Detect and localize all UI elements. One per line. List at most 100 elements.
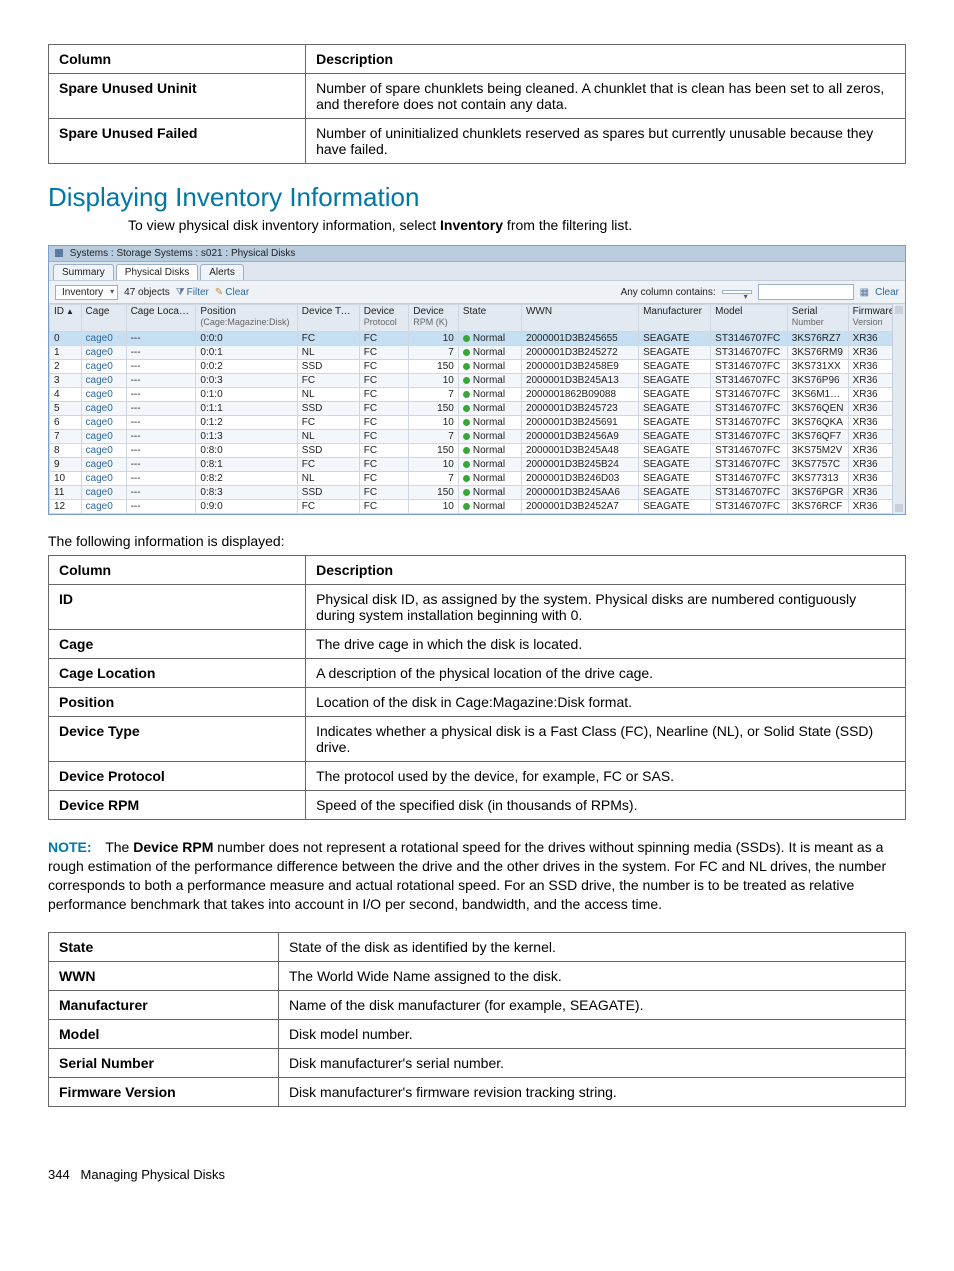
cell-serial: 3KS77313 [787, 472, 848, 486]
cell-model: ST3146707FC [711, 486, 788, 500]
cell-type: NL [297, 346, 359, 360]
grid-header[interactable]: Cage [81, 305, 126, 332]
cell-state: Normal [458, 346, 521, 360]
cell-type: FC [297, 500, 359, 514]
cell-rpm: 7 [409, 430, 459, 444]
grid-header[interactable]: Position(Cage:Magazine:Disk) [196, 305, 297, 332]
cell-id: 0 [50, 332, 82, 346]
grid-row[interactable]: 1cage0---0:0:1NLFC7Normal2000001D3B24527… [50, 346, 905, 360]
page-number: 344 [48, 1167, 70, 1182]
cell-position: 0:8:3 [196, 486, 297, 500]
cell-location: --- [126, 472, 196, 486]
column-name-cell: Spare Unused Uninit [49, 74, 306, 119]
grid-header[interactable]: SerialNumber [787, 305, 848, 332]
cell-wwn: 2000001D3B245655 [521, 332, 638, 346]
grid-row[interactable]: 6cage0---0:1:2FCFC10Normal2000001D3B2456… [50, 416, 905, 430]
match-mode-dropdown[interactable] [722, 290, 752, 294]
cell-cage: cage0 [81, 346, 126, 360]
cell-cage: cage0 [81, 458, 126, 472]
grid-header[interactable]: Cage Location [126, 305, 196, 332]
filter-button[interactable]: Filter [176, 287, 209, 298]
column-name-cell: WWN [49, 961, 279, 990]
clear-search-button[interactable]: Clear [875, 287, 899, 298]
filter-dropdown[interactable]: Inventory [55, 285, 118, 300]
cell-state: Normal [458, 430, 521, 444]
clear-button[interactable]: Clear [215, 287, 249, 298]
cell-state: Normal [458, 500, 521, 514]
grid-header[interactable]: ID▲ [50, 305, 82, 332]
cell-protocol: FC [359, 472, 409, 486]
cell-id: 11 [50, 486, 82, 500]
cell-serial: 3KS75M2V [787, 444, 848, 458]
cell-state: Normal [458, 444, 521, 458]
grid-container: ID▲CageCage LocationPosition(Cage:Magazi… [49, 304, 905, 514]
grid-row[interactable]: 8cage0---0:8:0SSDFC150Normal2000001D3B24… [50, 444, 905, 458]
grid-row[interactable]: 9cage0---0:8:1FCFC10Normal2000001D3B245B… [50, 458, 905, 472]
cell-wwn: 2000001D3B245272 [521, 346, 638, 360]
cell-wwn: 2000001D3B245A13 [521, 374, 638, 388]
grid-header[interactable]: WWN [521, 305, 638, 332]
cell-state: Normal [458, 402, 521, 416]
cell-serial: 3KS6M1RS [787, 388, 848, 402]
cell-wwn: 2000001D3B2458E9 [521, 360, 638, 374]
grid-row[interactable]: 7cage0---0:1:3NLFC7Normal2000001D3B2456A… [50, 430, 905, 444]
spare-definitions-table: Column Description Spare Unused UninitNu… [48, 44, 906, 164]
tab-alerts[interactable]: Alerts [200, 264, 244, 280]
grid-header[interactable]: Manufacturer [639, 305, 711, 332]
grid-row[interactable]: 12cage0---0:9:0FCFC10Normal2000001D3B245… [50, 500, 905, 514]
cell-state: Normal [458, 332, 521, 346]
cell-cage: cage0 [81, 388, 126, 402]
cell-model: ST3146707FC [711, 346, 788, 360]
cell-serial: 3KS7757C [787, 458, 848, 472]
grid-row[interactable]: 10cage0---0:8:2NLFC7Normal2000001D3B246D… [50, 472, 905, 486]
cell-position: 0:0:1 [196, 346, 297, 360]
cell-location: --- [126, 332, 196, 346]
cell-serial: 3KS76PGR [787, 486, 848, 500]
grid-row[interactable]: 4cage0---0:1:0NLFC7Normal2000001862B0908… [50, 388, 905, 402]
cell-model: ST3146707FC [711, 500, 788, 514]
cell-state: Normal [458, 374, 521, 388]
col-header: Column [49, 556, 306, 585]
column-name-cell: Spare Unused Failed [49, 119, 306, 164]
vertical-scrollbar[interactable] [892, 304, 905, 514]
table-row: Device ProtocolThe protocol used by the … [49, 762, 906, 791]
grid-row[interactable]: 11cage0---0:8:3SSDFC150Normal2000001D3B2… [50, 486, 905, 500]
grid-header[interactable]: State [458, 305, 521, 332]
description-cell: Number of spare chunklets being cleaned.… [306, 74, 906, 119]
grid-header[interactable]: Model [711, 305, 788, 332]
cell-state: Normal [458, 472, 521, 486]
export-button[interactable] [860, 287, 869, 298]
cell-id: 8 [50, 444, 82, 458]
table-row: Serial NumberDisk manufacturer's serial … [49, 1048, 906, 1077]
description-cell: Name of the disk manufacturer (for examp… [278, 990, 905, 1019]
cell-position: 0:1:0 [196, 388, 297, 402]
tab-physical-disks[interactable]: Physical Disks [116, 264, 198, 280]
cell-state: Normal [458, 360, 521, 374]
grid-row[interactable]: 5cage0---0:1:1SSDFC150Normal2000001D3B24… [50, 402, 905, 416]
cell-location: --- [126, 458, 196, 472]
grid-header[interactable]: DeviceRPM (K) [409, 305, 459, 332]
cell-model: ST3146707FC [711, 374, 788, 388]
cell-rpm: 7 [409, 388, 459, 402]
column-name-cell: Manufacturer [49, 990, 279, 1019]
cell-protocol: FC [359, 458, 409, 472]
cell-location: --- [126, 388, 196, 402]
grid-row[interactable]: 3cage0---0:0:3FCFC10Normal2000001D3B245A… [50, 374, 905, 388]
cell-cage: cage0 [81, 472, 126, 486]
grid-row[interactable]: 2cage0---0:0:2SSDFC150Normal2000001D3B24… [50, 360, 905, 374]
cell-type: FC [297, 374, 359, 388]
description-cell: Physical disk ID, as assigned by the sys… [306, 585, 906, 630]
cell-location: --- [126, 360, 196, 374]
grid-row[interactable]: 0cage0---0:0:0FCFC10Normal2000001D3B2456… [50, 332, 905, 346]
cell-manufacturer: SEAGATE [639, 332, 711, 346]
cell-model: ST3146707FC [711, 360, 788, 374]
cell-state: Normal [458, 486, 521, 500]
cell-manufacturer: SEAGATE [639, 360, 711, 374]
cell-protocol: FC [359, 374, 409, 388]
description-cell: Disk model number. [278, 1019, 905, 1048]
tab-summary[interactable]: Summary [53, 264, 114, 280]
search-input[interactable] [758, 284, 854, 300]
grid-header[interactable]: DeviceProtocol [359, 305, 409, 332]
cell-location: --- [126, 346, 196, 360]
grid-header[interactable]: Device Type [297, 305, 359, 332]
